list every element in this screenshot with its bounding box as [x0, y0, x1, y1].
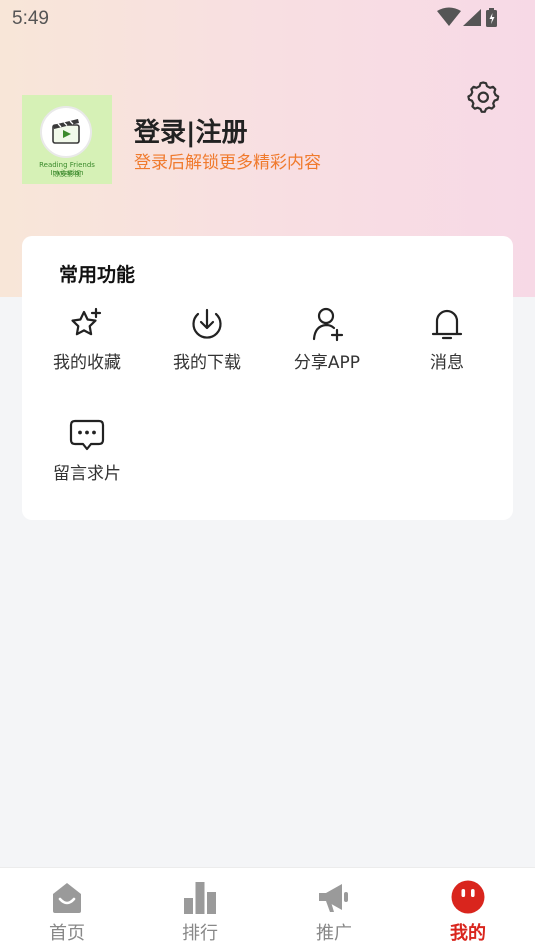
login-register-link[interactable]: 登录|注册	[134, 112, 248, 149]
tab-home-label: 首页	[49, 923, 85, 944]
tab-promotion[interactable]: 推广	[284, 868, 384, 951]
tab-promotion-label: 推广	[316, 923, 352, 944]
download-icon	[192, 308, 222, 339]
status-icons	[437, 7, 497, 27]
message-icon	[69, 419, 105, 451]
avatar-logo	[40, 106, 92, 158]
downloads-button[interactable]: 我的下载	[147, 306, 267, 386]
status-bar: 5:49	[0, 0, 535, 36]
bell-icon	[431, 309, 463, 340]
share-app-label: 分享APP	[293, 353, 361, 373]
status-time: 5:49	[12, 8, 49, 29]
battery-icon	[486, 8, 497, 27]
tab-mine-label: 我的	[450, 923, 486, 944]
request-film-button[interactable]: 留言求片	[27, 417, 147, 497]
clapperboard-icon	[52, 119, 80, 144]
tab-ranking-label: 排行	[182, 923, 218, 944]
wifi-icon	[437, 7, 461, 26]
messages-button[interactable]: 消息	[387, 306, 507, 386]
tab-home[interactable]: 首页	[17, 868, 117, 951]
home-icon	[53, 883, 81, 913]
bottom-tab-bar: 首页 排行 推广 我的	[0, 867, 535, 951]
profile-icon	[451, 880, 485, 914]
avatar[interactable]: Reading Friends Invitation 凉皮影视	[22, 95, 112, 184]
star-add-icon	[71, 307, 102, 336]
login-hint: 登录后解锁更多精彩内容	[134, 153, 321, 173]
bar-chart-icon	[184, 882, 216, 914]
messages-label: 消息	[430, 353, 464, 373]
settings-gear-icon[interactable]	[466, 79, 500, 113]
user-add-icon	[312, 307, 344, 342]
tab-ranking[interactable]: 排行	[150, 868, 250, 951]
share-app-button[interactable]: 分享APP	[267, 306, 387, 386]
megaphone-icon	[319, 884, 348, 912]
signal-icon	[463, 9, 481, 26]
favorites-label: 我的收藏	[53, 353, 121, 373]
card-title: 常用功能	[59, 264, 136, 286]
common-functions-card: 常用功能 我的收藏 我的下载 分享APP 消息 留言求片	[22, 236, 513, 520]
downloads-label: 我的下载	[173, 353, 241, 373]
favorites-button[interactable]: 我的收藏	[27, 306, 147, 386]
request-film-label: 留言求片	[53, 464, 121, 484]
tab-mine[interactable]: 我的	[418, 868, 518, 951]
avatar-subcaption: 凉皮影视	[53, 170, 81, 178]
